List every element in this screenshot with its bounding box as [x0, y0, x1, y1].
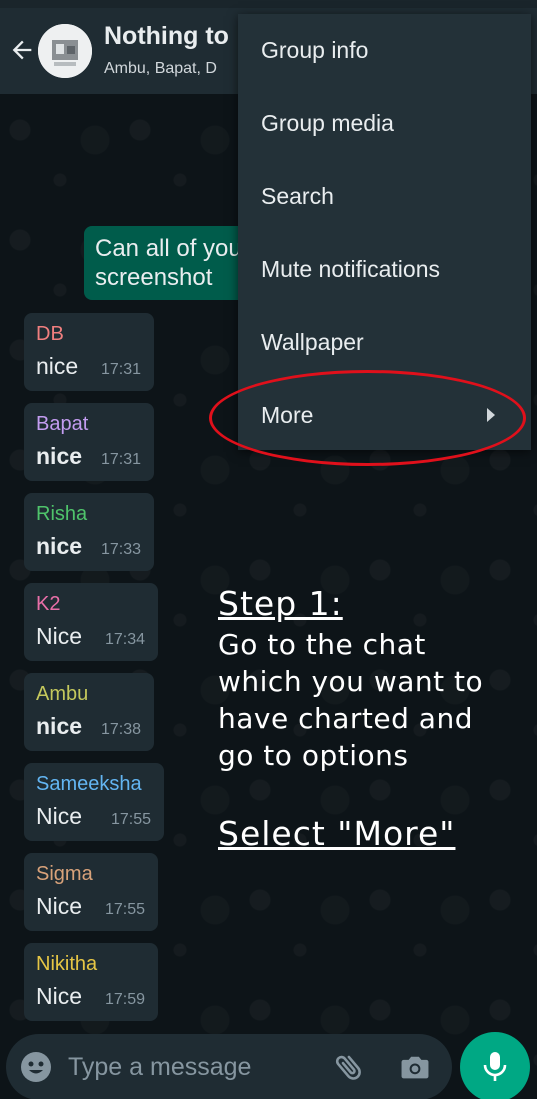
- list-item[interactable]: Nikitha Nice 17:59: [24, 943, 158, 1021]
- message-text: nice: [36, 443, 83, 469]
- paperclip-icon[interactable]: [332, 1050, 366, 1084]
- select-more-instruction: Select "More": [218, 814, 456, 853]
- camera-icon[interactable]: [398, 1050, 432, 1084]
- microphone-icon: [483, 1052, 507, 1081]
- sender-name: Sameeksha: [36, 773, 142, 795]
- message-time: 17:34: [105, 631, 146, 648]
- sender-name: K2: [36, 593, 61, 615]
- message-time: 17:55: [111, 811, 152, 828]
- sender-name: DB: [36, 323, 64, 345]
- avatar[interactable]: [38, 24, 92, 78]
- message-text: Nice: [36, 893, 83, 919]
- message-time: 17:38: [101, 721, 142, 738]
- message-time: 17:55: [105, 901, 146, 918]
- list-item[interactable]: Bapat nice 17:31: [24, 403, 154, 481]
- group-avatar-image: [38, 24, 92, 78]
- menu-item-mute-notifications[interactable]: Mute notifications: [238, 233, 531, 306]
- list-item[interactable]: K2 Nice 17:34: [24, 583, 158, 661]
- list-item[interactable]: DB nice 17:31: [24, 313, 154, 391]
- message-time: 17:31: [101, 451, 142, 468]
- message-text: Nice: [36, 983, 83, 1009]
- sender-name: Risha: [36, 503, 88, 525]
- step-line: have charted and: [218, 702, 473, 735]
- arrow-left-icon[interactable]: [8, 36, 36, 64]
- step-line: Go to the chat: [218, 628, 426, 661]
- message-text: Nice: [36, 803, 83, 829]
- message-composer: [6, 1034, 452, 1099]
- menu-item-group-media[interactable]: Group media: [238, 87, 531, 160]
- message-time: 17:59: [105, 991, 146, 1008]
- message-text: nice: [36, 353, 79, 379]
- message-input[interactable]: [68, 1047, 318, 1087]
- list-item[interactable]: Sigma Nice 17:55: [24, 853, 158, 931]
- message-text: Nice: [36, 623, 83, 649]
- list-item[interactable]: Ambu nice 17:38: [24, 673, 154, 751]
- sender-name: Sigma: [36, 863, 93, 885]
- menu-item-search[interactable]: Search: [238, 160, 531, 233]
- group-members[interactable]: Ambu, Bapat, D: [104, 60, 238, 78]
- list-item[interactable]: Risha nice 17:33: [24, 493, 154, 571]
- message-time: 17:33: [101, 541, 142, 558]
- emoji-icon[interactable]: [20, 1051, 52, 1083]
- sender-name: Ambu: [36, 683, 89, 705]
- message-text: nice: [36, 713, 83, 739]
- message-text: nice: [36, 533, 83, 559]
- menu-item-group-info[interactable]: Group info: [238, 14, 531, 87]
- voice-message-button[interactable]: [460, 1032, 530, 1099]
- message-time: 17:31: [101, 361, 142, 378]
- sender-name: Nikitha: [36, 953, 98, 975]
- highlight-circle: [209, 370, 526, 466]
- step-instructions: Go to the chat which you want to have ch…: [218, 626, 528, 774]
- step-line: which you want to: [218, 665, 484, 698]
- step-line: go to options: [218, 739, 409, 772]
- sender-name: Bapat: [36, 413, 89, 435]
- page-title[interactable]: Nothing to: [104, 22, 238, 51]
- list-item[interactable]: Sameeksha Nice 17:55: [24, 763, 164, 841]
- menu-item-wallpaper[interactable]: Wallpaper: [238, 306, 531, 379]
- step-title: Step 1:: [218, 584, 343, 623]
- status-bar: [0, 0, 537, 8]
